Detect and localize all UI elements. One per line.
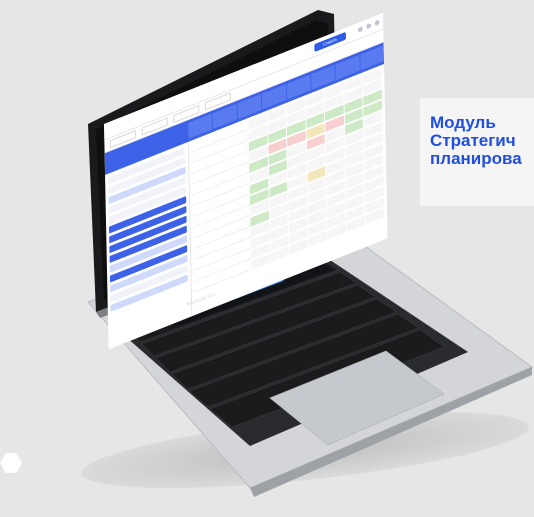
topbar-icons: [357, 19, 380, 33]
bell-icon[interactable]: [366, 22, 372, 30]
module-title-line: Стратегич: [430, 131, 516, 150]
sidebar: [105, 141, 193, 350]
module-title-line: планирова: [430, 149, 522, 168]
module-title-line: Модуль: [430, 113, 496, 132]
scene: Создать MacBook Pro Модуль Стратегич пла…: [0, 0, 534, 517]
module-title: Модуль Стратегич планирова: [430, 114, 522, 168]
search-icon[interactable]: [357, 26, 363, 33]
avatar[interactable]: [374, 19, 380, 27]
